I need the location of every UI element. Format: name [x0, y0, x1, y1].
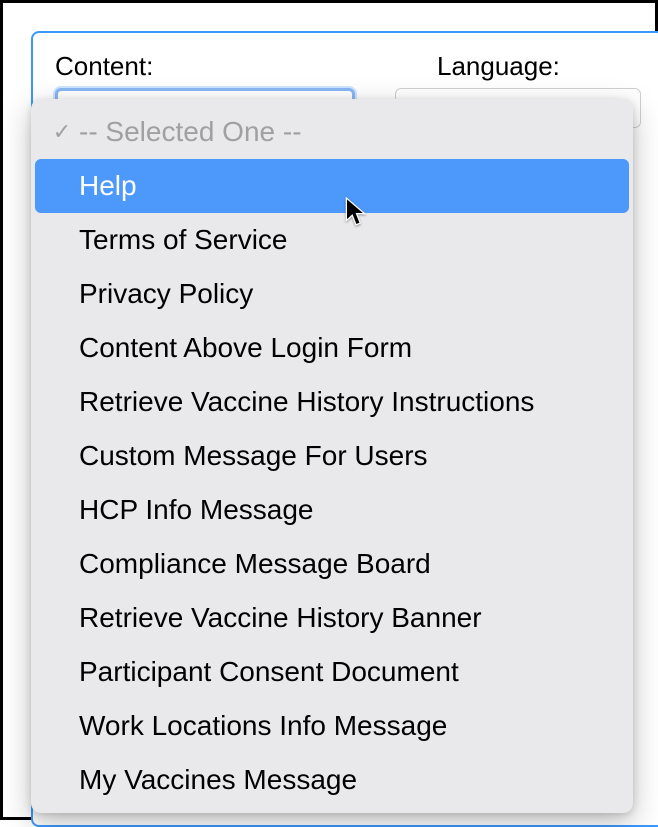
dropdown-item-compliance-message-board[interactable]: Compliance Message Board — [35, 537, 629, 591]
dropdown-item-my-vaccines-message[interactable]: My Vaccines Message — [35, 753, 629, 807]
check-icon: ✓ — [47, 119, 77, 145]
language-label: Language: — [437, 51, 641, 82]
dropdown-item-help[interactable]: Help — [35, 159, 629, 213]
dropdown-item-privacy-policy[interactable]: Privacy Policy — [35, 267, 629, 321]
labels-row: Content: Language: — [55, 51, 641, 82]
dropdown-item-label: Work Locations Info Message — [77, 710, 447, 742]
dropdown-item-terms-of-service[interactable]: Terms of Service — [35, 213, 629, 267]
dropdown-item-retrieve-vaccine-history-banner[interactable]: Retrieve Vaccine History Banner — [35, 591, 629, 645]
dropdown-item-label: Content Above Login Form — [77, 332, 412, 364]
dropdown-item-label: Compliance Message Board — [77, 548, 431, 580]
dropdown-item-label: Help — [77, 170, 137, 202]
dropdown-item-label: Privacy Policy — [77, 278, 253, 310]
dropdown-item-label: Participant Consent Document — [77, 656, 459, 688]
dropdown-item-hcp-info-message[interactable]: HCP Info Message — [35, 483, 629, 537]
dropdown-item-label: Retrieve Vaccine History Banner — [77, 602, 482, 634]
dropdown-item-label: Retrieve Vaccine History Instructions — [77, 386, 534, 418]
dropdown-item-participant-consent-document[interactable]: Participant Consent Document — [35, 645, 629, 699]
dropdown-placeholder-item[interactable]: ✓ -- Selected One -- — [35, 105, 629, 159]
dropdown-item-retrieve-vaccine-history-instructions[interactable]: Retrieve Vaccine History Instructions — [35, 375, 629, 429]
dropdown-item-label: HCP Info Message — [77, 494, 314, 526]
dropdown-item-label: My Vaccines Message — [77, 764, 357, 796]
dropdown-item-content-above-login-form[interactable]: Content Above Login Form — [35, 321, 629, 375]
dropdown-item-label: Terms of Service — [77, 224, 288, 256]
content-dropdown-menu: ✓ -- Selected One -- Help Terms of Servi… — [31, 99, 633, 813]
dropdown-item-work-locations-info-message[interactable]: Work Locations Info Message — [35, 699, 629, 753]
dropdown-item-label: Custom Message For Users — [77, 440, 428, 472]
content-label: Content: — [55, 51, 397, 82]
dropdown-item-custom-message-for-users[interactable]: Custom Message For Users — [35, 429, 629, 483]
dropdown-item-label: -- Selected One -- — [77, 116, 302, 148]
